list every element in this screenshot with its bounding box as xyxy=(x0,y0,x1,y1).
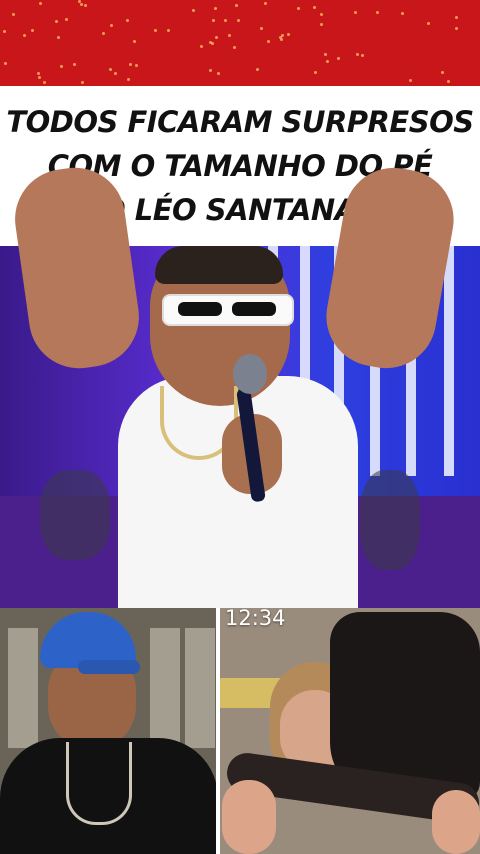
banner-sparkle xyxy=(287,32,290,36)
banner-sparkle xyxy=(312,6,316,10)
banner-sparkle xyxy=(80,3,84,7)
banner-sparkle xyxy=(192,8,195,12)
banner-sparkle xyxy=(376,11,380,15)
banner-sparkle xyxy=(133,40,137,44)
banner-sparkle xyxy=(361,53,365,57)
banner-sparkle xyxy=(319,23,323,27)
banner-sparkle xyxy=(109,24,113,28)
banner-sparkle xyxy=(57,36,61,40)
banner-sparkle xyxy=(126,78,130,82)
banner-sparkle xyxy=(255,68,259,72)
banner-sparkle xyxy=(125,19,129,23)
banner-sparkle xyxy=(208,68,212,72)
banner-sparkle xyxy=(30,29,34,33)
caption-line-1: TODOS FICARAM SURPRESOS xyxy=(6,105,474,139)
cap-brim xyxy=(78,660,140,674)
banner-sparkle xyxy=(135,64,139,68)
banner-sparkle xyxy=(73,63,77,67)
banner-sparkle xyxy=(447,79,451,83)
banner-sparkle xyxy=(355,52,359,56)
banner-sparkle xyxy=(454,15,458,19)
banner-sparkle xyxy=(214,7,218,11)
banner-sparkle xyxy=(11,12,15,16)
banner-sparkle xyxy=(266,39,270,43)
banner-sparkle xyxy=(59,65,63,69)
banner-sparkle xyxy=(227,34,231,37)
banner-sparkle xyxy=(297,7,301,11)
banner-sparkle xyxy=(237,19,241,23)
banner-sparkle xyxy=(260,27,264,31)
clock-text: 12:34 xyxy=(225,606,286,630)
banner-sparkle xyxy=(208,40,212,44)
banner-sparkle xyxy=(217,71,221,75)
banner-sparkle xyxy=(324,53,328,57)
banner-sparkle xyxy=(326,60,330,64)
banner-sparkle xyxy=(441,70,445,74)
banner-sparkle xyxy=(426,21,430,25)
banner-sparkle xyxy=(154,29,158,33)
banner-sparkle xyxy=(37,75,41,79)
banner-sparkle xyxy=(38,1,42,5)
top-banner xyxy=(0,0,480,86)
banner-sparkle xyxy=(212,19,216,23)
sunglasses xyxy=(162,294,294,326)
banner-sparkle xyxy=(319,12,323,16)
banner-sparkle xyxy=(22,33,26,37)
banner-sparkle xyxy=(3,29,7,33)
banner-sparkle xyxy=(113,72,117,76)
banner-sparkle xyxy=(83,4,87,8)
banner-sparkle xyxy=(336,57,340,61)
banner-sparkle xyxy=(279,38,283,42)
banner-sparkle xyxy=(353,10,357,14)
banner-sparkle xyxy=(37,72,41,76)
banner-sparkle xyxy=(64,18,68,22)
banner-sparkle xyxy=(109,68,113,72)
banner-sparkle xyxy=(102,32,106,36)
banner-sparkle xyxy=(263,1,267,5)
banner-sparkle xyxy=(42,81,46,85)
banner-sparkle xyxy=(408,79,412,83)
banner-sparkle xyxy=(167,28,171,32)
banner-sparkle xyxy=(128,62,132,66)
silver-chain xyxy=(66,742,132,825)
singer-hair xyxy=(155,246,283,284)
tile-divider xyxy=(216,608,220,854)
banner-sparkle xyxy=(199,45,203,49)
banner-sparkle xyxy=(4,62,8,66)
banner-sparkle xyxy=(81,80,85,84)
banner-sparkle xyxy=(314,71,318,75)
microphone-icon xyxy=(233,354,267,504)
banner-sparkle xyxy=(401,11,405,15)
left-hand xyxy=(222,780,276,854)
banner-sparkle xyxy=(235,4,239,8)
banner-sparkle xyxy=(233,45,237,49)
banner-sparkle xyxy=(454,26,458,30)
banner-sparkle xyxy=(214,36,218,40)
banner-sparkle xyxy=(54,20,58,23)
right-hand xyxy=(432,790,480,854)
banner-sparkle xyxy=(224,19,228,23)
